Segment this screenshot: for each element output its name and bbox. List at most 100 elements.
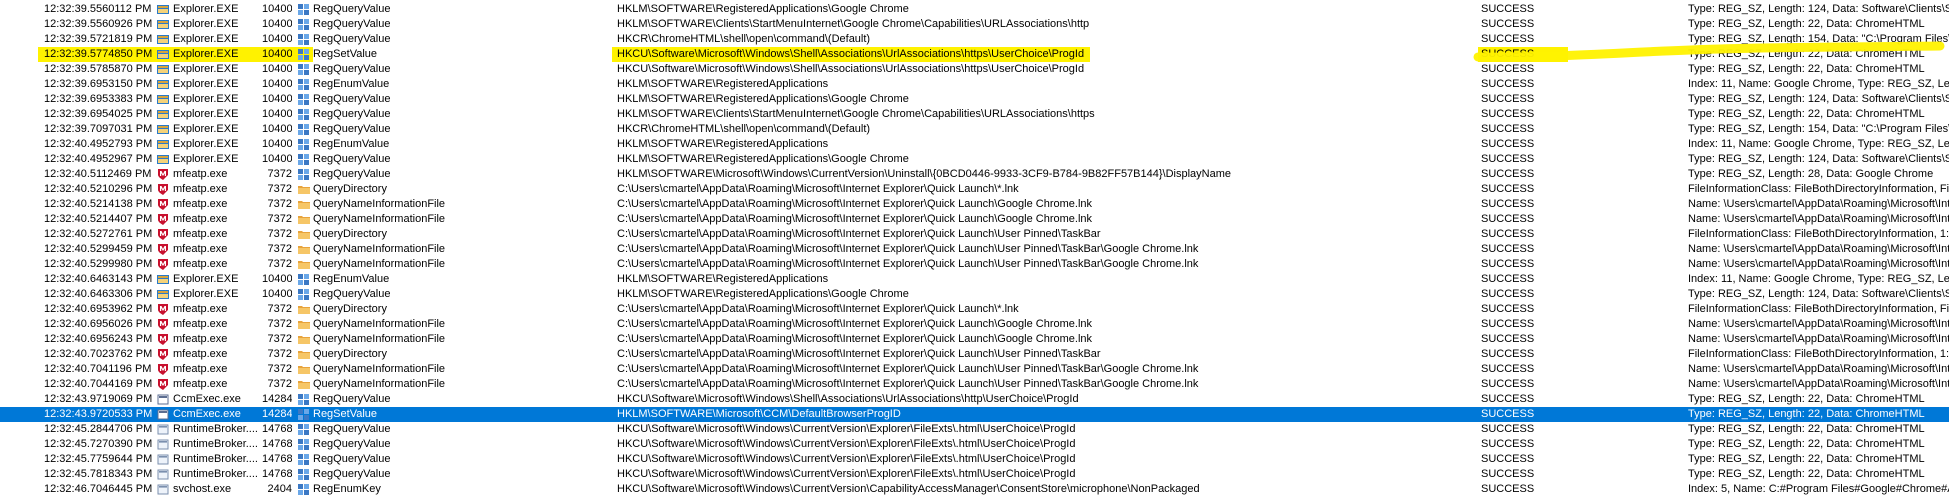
time-of-day: 12:32:40.4952967 PM <box>44 153 153 165</box>
event-row[interactable]: 12:32:40.5299459 PM mfeatp.exe 7372 QueryNa… <box>0 242 1949 257</box>
event-row[interactable]: 12:32:45.7759644 PM RuntimeBroker.... 1476… <box>0 452 1949 467</box>
process-name: mfeatp.exe <box>173 378 228 390</box>
event-row[interactable]: 12:32:40.5214407 PM mfeatp.exe 7372 QueryNa… <box>0 212 1949 227</box>
event-row[interactable]: 12:32:39.5721819 PM Explorer.EXE 10400 RegQ… <box>0 32 1949 47</box>
event-row[interactable]: 12:32:39.5560112 PM Explorer.EXE 10400 RegQ… <box>0 2 1949 17</box>
pid: 7372 <box>267 243 292 255</box>
result: SUCCESS <box>1481 273 1535 285</box>
detail: Type: REG_SZ, Length: 22, Data: ChromeHT… <box>1688 18 1925 30</box>
pid: 10400 <box>262 108 292 120</box>
time-of-day: 12:32:40.5299459 PM <box>44 243 153 255</box>
process-monitor-event-list[interactable]: 12:32:39.5560112 PM Explorer.EXE 10400 RegQ… <box>0 0 1949 496</box>
process-name: mfeatp.exe <box>173 228 228 240</box>
result: SUCCESS <box>1481 303 1535 315</box>
explorer-icon <box>157 124 169 135</box>
pid: 10400 <box>262 93 292 105</box>
event-row[interactable]: 12:32:40.4952967 PM Explorer.EXE 10400 RegQ… <box>0 152 1949 167</box>
filesystem-icon <box>298 334 310 345</box>
detail: Type: REG_SZ, Length: 124, Data: Softwar… <box>1688 93 1949 105</box>
operation: RegQueryValue <box>313 438 391 450</box>
event-row[interactable]: 12:32:39.7097031 PM Explorer.EXE 10400 RegQ… <box>0 122 1949 137</box>
event-row[interactable]: 12:32:46.7046445 PM svchost.exe 2404 RegEnu… <box>0 482 1949 497</box>
explorer-icon <box>157 79 169 90</box>
detail: FileInformationClass: FileBothDirectoryI… <box>1688 228 1949 240</box>
registry-icon <box>298 109 310 120</box>
filesystem-icon <box>298 244 310 255</box>
event-row[interactable]: 12:32:39.5785870 PM Explorer.EXE 10400 RegQ… <box>0 62 1949 77</box>
result: SUCCESS <box>1481 198 1535 210</box>
result: SUCCESS <box>1481 348 1535 360</box>
event-row[interactable]: 12:32:39.6954025 PM Explorer.EXE 10400 RegQ… <box>0 107 1949 122</box>
event-row[interactable]: 12:32:39.6953150 PM Explorer.EXE 10400 RegE… <box>0 77 1949 92</box>
event-row[interactable]: 12:32:39.6953383 PM Explorer.EXE 10400 RegQ… <box>0 92 1949 107</box>
detail: FileInformationClass: FileBothDirectoryI… <box>1688 348 1949 360</box>
event-row[interactable]: 12:32:39.5774850 PM Explorer.EXE 10400 RegS… <box>0 47 1949 62</box>
runtimebroker-icon <box>157 424 169 435</box>
pid: 10400 <box>262 63 292 75</box>
operation: QueryDirectory <box>313 348 387 360</box>
event-row[interactable]: 12:32:40.7023762 PM mfeatp.exe 7372 QueryDi… <box>0 347 1949 362</box>
time-of-day: 12:32:40.4952793 PM <box>44 138 153 150</box>
registry-icon <box>298 409 310 420</box>
event-row[interactable]: 12:32:40.6956026 PM mfeatp.exe 7372 QueryNa… <box>0 317 1949 332</box>
explorer-icon <box>157 289 169 300</box>
mfeatp-icon <box>157 349 169 360</box>
time-of-day: 12:32:39.5560926 PM <box>44 18 153 30</box>
pid: 14768 <box>262 453 292 465</box>
result: SUCCESS <box>1481 33 1535 45</box>
event-row[interactable]: 12:32:43.9719069 PM CcmExec.exe 14284 RegQu… <box>0 392 1949 407</box>
detail: Type: REG_SZ, Length: 22, Data: ChromeHT… <box>1688 48 1925 60</box>
process-name: mfeatp.exe <box>173 198 228 210</box>
time-of-day: 12:32:39.6954025 PM <box>44 108 153 120</box>
event-row[interactable]: 12:32:40.6463306 PM Explorer.EXE 10400 RegQ… <box>0 287 1949 302</box>
time-of-day: 12:32:39.7097031 PM <box>44 123 153 135</box>
operation: RegQueryValue <box>313 453 391 465</box>
result: SUCCESS <box>1481 18 1535 30</box>
registry-icon <box>298 454 310 465</box>
path: C:\Users\cmartel\AppData\Roaming\Microso… <box>617 303 1019 315</box>
event-row[interactable]: 12:32:40.5299980 PM mfeatp.exe 7372 QueryNa… <box>0 257 1949 272</box>
operation: RegEnumValue <box>313 273 390 285</box>
detail: Type: REG_SZ, Length: 22, Data: ChromeHT… <box>1688 423 1925 435</box>
event-row[interactable]: 12:32:43.9720533 PM CcmExec.exe 14284 RegSe… <box>0 407 1949 422</box>
event-row[interactable]: 12:32:40.6463143 PM Explorer.EXE 10400 RegE… <box>0 272 1949 287</box>
result: SUCCESS <box>1481 48 1535 60</box>
ccmexec-icon <box>157 409 169 420</box>
result: SUCCESS <box>1481 288 1535 300</box>
detail: Name: \Users\cmartel\AppData\Roaming\Mic… <box>1688 258 1949 270</box>
event-row[interactable]: 12:32:40.5214138 PM mfeatp.exe 7372 QueryNa… <box>0 197 1949 212</box>
event-row[interactable]: 12:32:40.4952793 PM Explorer.EXE 10400 RegE… <box>0 137 1949 152</box>
process-name: Explorer.EXE <box>173 48 239 60</box>
event-row[interactable]: 12:32:40.5272761 PM mfeatp.exe 7372 QueryDi… <box>0 227 1949 242</box>
event-row[interactable]: 12:32:40.5112469 PM mfeatp.exe 7372 RegQuer… <box>0 167 1949 182</box>
event-row[interactable]: 12:32:45.7818343 PM RuntimeBroker.... 1476… <box>0 467 1949 482</box>
event-row[interactable]: 12:32:40.5210296 PM mfeatp.exe 7372 QueryDi… <box>0 182 1949 197</box>
result: SUCCESS <box>1481 363 1535 375</box>
explorer-icon <box>157 19 169 30</box>
registry-icon <box>298 394 310 405</box>
result: SUCCESS <box>1481 168 1535 180</box>
process-name: Explorer.EXE <box>173 78 239 90</box>
event-row[interactable]: 12:32:40.6956243 PM mfeatp.exe 7372 QueryNa… <box>0 332 1949 347</box>
pid: 7372 <box>267 168 292 180</box>
explorer-icon <box>157 4 169 15</box>
process-name: mfeatp.exe <box>173 258 228 270</box>
event-row[interactable]: 12:32:45.2844706 PM RuntimeBroker.... 1476… <box>0 422 1949 437</box>
time-of-day: 12:32:39.6953383 PM <box>44 93 153 105</box>
event-row[interactable]: 12:32:40.6953962 PM mfeatp.exe 7372 QueryDi… <box>0 302 1949 317</box>
event-row[interactable]: 12:32:45.7270390 PM RuntimeBroker.... 1476… <box>0 437 1949 452</box>
event-row[interactable]: 12:32:40.7044169 PM mfeatp.exe 7372 QueryNa… <box>0 377 1949 392</box>
detail: Name: \Users\cmartel\AppData\Roaming\Mic… <box>1688 363 1949 375</box>
runtimebroker-icon <box>157 439 169 450</box>
operation: RegQueryValue <box>313 168 391 180</box>
time-of-day: 12:32:43.9719069 PM <box>44 393 153 405</box>
event-row[interactable]: 12:32:39.5560926 PM Explorer.EXE 10400 RegQ… <box>0 17 1949 32</box>
filesystem-icon <box>298 379 310 390</box>
operation: RegQueryValue <box>313 33 391 45</box>
result: SUCCESS <box>1481 108 1535 120</box>
time-of-day: 12:32:39.6953150 PM <box>44 78 153 90</box>
process-name: Explorer.EXE <box>173 288 239 300</box>
operation: RegQueryValue <box>313 18 391 30</box>
pid: 10400 <box>262 123 292 135</box>
event-row[interactable]: 12:32:40.7041196 PM mfeatp.exe 7372 QueryNa… <box>0 362 1949 377</box>
